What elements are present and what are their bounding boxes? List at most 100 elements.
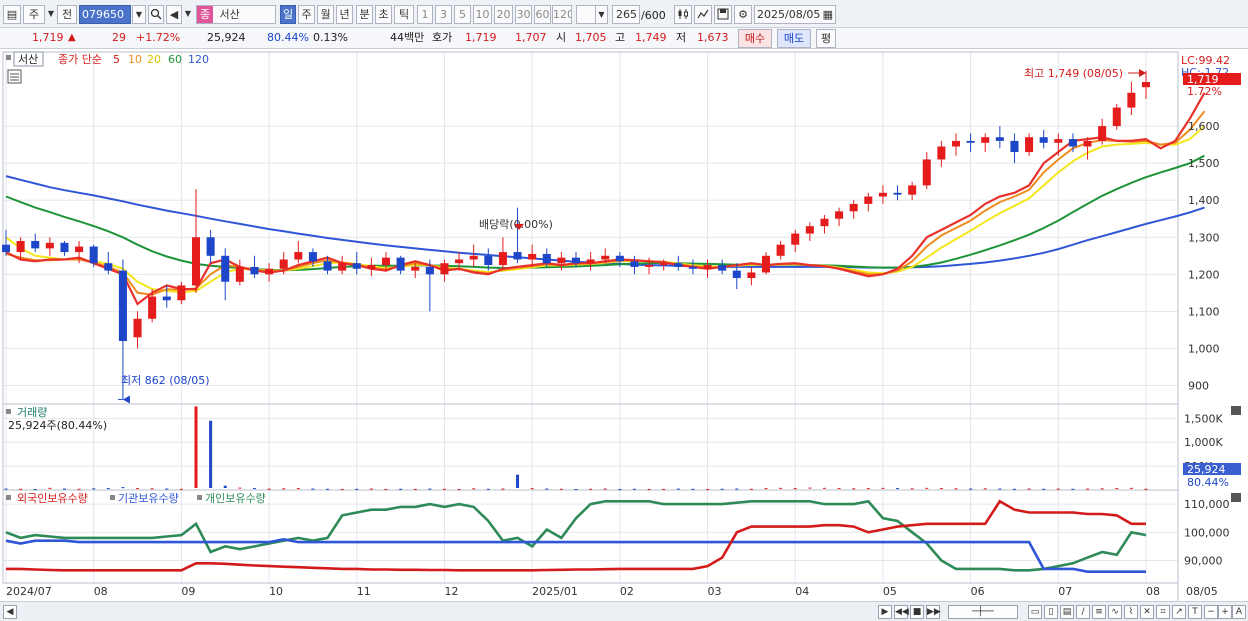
period-minute[interactable]: 분	[356, 5, 373, 24]
date-input[interactable]: 2025/08/05 ▦	[754, 5, 836, 24]
holdings-pane-close-icon[interactable]	[1231, 493, 1241, 502]
code-dropdown-icon[interactable]: ▼	[132, 5, 146, 24]
prev-button[interactable]: 전	[57, 5, 77, 24]
period-week[interactable]: 주	[298, 5, 315, 24]
volume-bar	[676, 488, 680, 490]
volume-bar	[589, 488, 593, 490]
eval-button[interactable]: 평	[816, 29, 836, 48]
minute-60[interactable]: 60	[534, 5, 551, 24]
arrow-tool-icon[interactable]: ↗	[1172, 605, 1186, 619]
volume-bar	[1056, 488, 1060, 490]
chart-scrollbar[interactable]: ◀ ▶ ◀◀ ■ ▶▶ ─┼── ▭ ▯ ▤ ∕ ≡ ∿ ⌇ ✕ ⌗ ↗ T −…	[0, 601, 1248, 621]
search-icon[interactable]	[148, 5, 164, 24]
window-menu-icon[interactable]: ▤	[3, 5, 21, 24]
settings-gear-icon[interactable]: ⚙	[734, 5, 752, 24]
minute-5[interactable]: 5	[454, 5, 471, 24]
candle-body	[104, 263, 113, 271]
volume-pane-close-icon[interactable]	[1231, 406, 1241, 415]
market-select[interactable]: 주	[23, 5, 45, 24]
zoom-out-icon[interactable]: −	[1204, 605, 1218, 619]
candle-body	[513, 252, 522, 260]
zoom-in-icon[interactable]: +	[1218, 605, 1232, 619]
volume-bar	[574, 489, 578, 491]
scroll-right-icon[interactable]: ▶	[878, 605, 892, 619]
candle-body	[148, 296, 157, 319]
calendar-icon[interactable]: ▦	[823, 6, 833, 23]
minute-3[interactable]: 3	[435, 5, 452, 24]
period-day[interactable]: 일	[280, 5, 296, 24]
low-annotation: 최저 862 (08/05)	[121, 374, 210, 387]
play-back-icon[interactable]: ◀◀	[894, 605, 909, 619]
candle-body	[16, 240, 25, 253]
candle-body	[75, 246, 84, 253]
custom-period-dropdown-icon[interactable]: ▼	[595, 5, 608, 24]
count-input[interactable]: 265	[612, 5, 640, 24]
candle-body	[60, 242, 69, 253]
candle-body	[221, 255, 230, 282]
stop-icon[interactable]: ■	[910, 605, 924, 619]
x-tick-label: 08	[1146, 585, 1160, 598]
text-tool-icon[interactable]: T	[1188, 605, 1202, 619]
high-label: 고	[615, 31, 626, 44]
font-size-icon[interactable]: A	[1232, 605, 1246, 619]
price-change: 29	[112, 31, 126, 44]
buy-button[interactable]: 매수	[738, 29, 772, 48]
scroll-left-icon[interactable]: ◀	[3, 605, 17, 619]
minute-20[interactable]: 20	[494, 5, 513, 24]
candle-body	[718, 265, 727, 271]
volume-bar	[647, 489, 651, 491]
minute-1[interactable]: 1	[417, 5, 433, 24]
ma-period-60: 60	[168, 53, 182, 66]
candle-body	[308, 252, 317, 262]
volume-bars	[4, 406, 1148, 491]
date-axis-ticks: 2024/07 08 09 10 11 12 2025/01 02 03 04 05 06 07 08 08…	[6, 585, 1218, 598]
period-year[interactable]: 년	[336, 5, 353, 24]
layout-icon[interactable]: ▤	[1060, 605, 1074, 619]
x-tick-label: 06	[971, 585, 985, 598]
play-forward-icon[interactable]: ▶▶	[926, 605, 941, 619]
volume-bar	[545, 488, 549, 490]
candle-body	[791, 233, 800, 245]
candle-type-icon[interactable]	[674, 5, 692, 24]
save-icon[interactable]	[714, 5, 732, 24]
window-split-icon[interactable]: ▯	[1044, 605, 1058, 619]
minute-30[interactable]: 30	[515, 5, 532, 24]
bid-price: 1,707	[515, 31, 547, 44]
quote-bar: 1,719 ▲ 29 +1.72% 25,924 80.44% 0.13% 44…	[0, 28, 1248, 49]
candle-body	[455, 259, 464, 264]
zoom-slider[interactable]: ─┼──	[948, 605, 1018, 619]
stock-name-field[interactable]: 종 서산	[196, 5, 276, 24]
chart-area[interactable]: 1,600 1,500 1,400 1,300 1,200 1,100 1,000 900 1…	[0, 50, 1248, 601]
volume-bar	[881, 487, 885, 489]
candle-body	[1039, 137, 1048, 143]
volume-bar	[1086, 488, 1090, 490]
market-dropdown-icon[interactable]: ▼	[47, 5, 55, 24]
volume-bar	[136, 488, 140, 490]
fib-tool-icon[interactable]: ≡	[1092, 605, 1106, 619]
volume-bar	[252, 488, 256, 490]
period-second[interactable]: 초	[375, 5, 392, 24]
volume-bar	[910, 488, 914, 490]
legend-individual: 개인보유수량	[205, 492, 266, 505]
x-tick-label: 10	[269, 585, 283, 598]
minute-120[interactable]: 120	[552, 5, 572, 24]
speaker-icon[interactable]: ◀	[166, 5, 182, 24]
pattern-tool-icon[interactable]: ∿	[1108, 605, 1122, 619]
volume-bar	[998, 488, 1002, 490]
minute-10[interactable]: 10	[473, 5, 492, 24]
candle-body	[951, 140, 961, 147]
trend-tool-icon[interactable]: ∕	[1076, 605, 1090, 619]
candle-body	[118, 270, 127, 342]
line-tool-icon[interactable]	[694, 5, 712, 24]
wave-tool-icon[interactable]: ⌇	[1124, 605, 1138, 619]
stock-code-input[interactable]: 079650	[79, 5, 131, 24]
volume-bar	[516, 474, 520, 488]
speaker-dropdown-icon[interactable]: ▼	[183, 5, 193, 24]
period-tick[interactable]: 틱	[394, 5, 414, 24]
candle-body	[133, 318, 142, 338]
erase-tool-icon[interactable]: ✕	[1140, 605, 1154, 619]
period-month[interactable]: 월	[317, 5, 334, 24]
magnet-tool-icon[interactable]: ⌗	[1156, 605, 1170, 619]
window-icon[interactable]: ▭	[1028, 605, 1042, 619]
sell-button[interactable]: 매도	[777, 29, 811, 48]
